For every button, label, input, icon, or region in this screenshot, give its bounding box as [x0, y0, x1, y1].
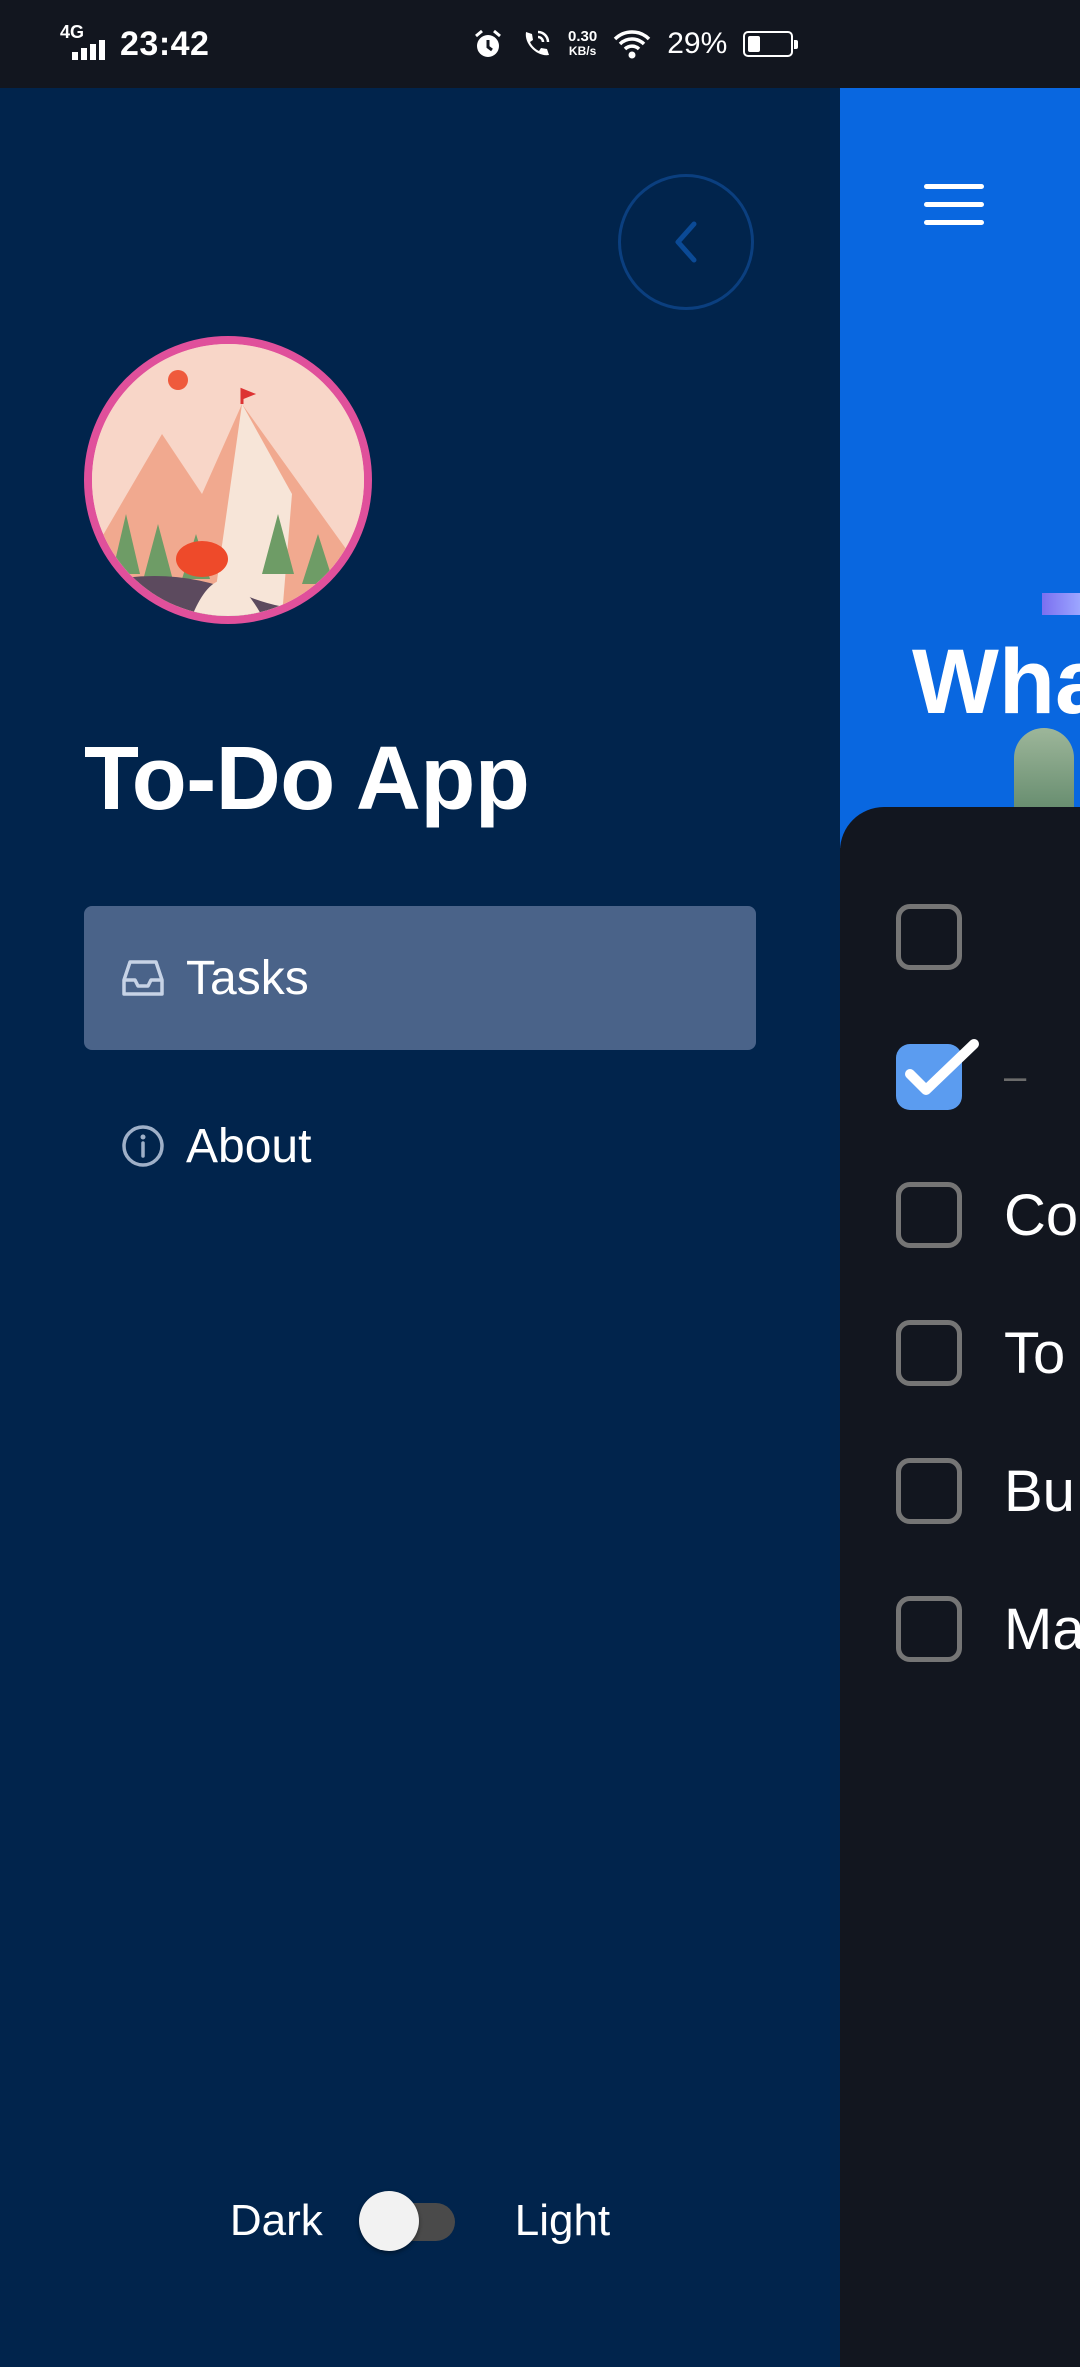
task-checkbox[interactable]	[896, 904, 962, 970]
task-checkbox-checked[interactable]	[896, 1039, 979, 1110]
task-checkbox[interactable]	[896, 1596, 962, 1662]
nav-item-label: Tasks	[186, 951, 309, 1005]
menu-icon[interactable]	[924, 184, 984, 228]
task-checkbox[interactable]	[896, 1320, 962, 1386]
network-speed: 0.30 KB/s	[568, 28, 598, 58]
light-theme-label: Light	[514, 2196, 611, 2245]
task-checkbox[interactable]	[896, 1182, 962, 1248]
task-text: –	[1004, 1054, 1027, 1099]
task-row[interactable]: Co	[896, 1175, 1078, 1255]
info-icon	[122, 1125, 164, 1167]
inbox-icon	[122, 960, 164, 996]
alarm-icon	[475, 29, 501, 57]
task-text: To	[1004, 1320, 1066, 1386]
close-drawer-button[interactable]	[618, 174, 754, 310]
task-text: Bu	[1004, 1458, 1075, 1524]
status-bar: 4G 23:42 0.30 KB/s 29%	[0, 0, 1080, 88]
task-row[interactable]: Bu	[896, 1451, 1075, 1531]
battery-icon	[743, 31, 799, 57]
main-header: Wha	[840, 88, 1080, 848]
task-row[interactable]: To	[896, 1313, 1065, 1393]
theme-switch[interactable]	[358, 2191, 455, 2251]
task-text: Co	[1004, 1182, 1079, 1248]
nav-item-about[interactable]: About	[84, 1074, 756, 1218]
nav-item-label: About	[186, 1119, 312, 1173]
avatar	[84, 336, 372, 624]
task-list: – Co To Bu Ma	[840, 807, 1080, 2367]
mountain-illustration	[92, 344, 364, 616]
header-title: Wha	[912, 631, 1080, 733]
navigation-drawer: To-Do App Tasks About Dark Light	[0, 88, 840, 2367]
cellular-signal-icon: 4G	[60, 22, 106, 62]
nav-item-tasks[interactable]: Tasks	[84, 906, 756, 1050]
task-row[interactable]: Ma	[896, 1589, 1080, 1669]
clock: 23:42	[120, 24, 210, 63]
battery-percentage: 29%	[667, 27, 728, 60]
checkmark-icon	[905, 1039, 979, 1095]
theme-toggle: Dark Light	[0, 2181, 840, 2261]
wifi-calling-icon	[525, 30, 550, 56]
task-text: Ma	[1004, 1596, 1080, 1662]
task-row[interactable]	[896, 897, 1004, 977]
task-row[interactable]: –	[896, 1037, 1026, 1117]
wifi-icon	[613, 30, 651, 59]
chevron-left-icon	[675, 221, 697, 263]
dark-theme-label: Dark	[229, 2196, 323, 2245]
task-checkbox[interactable]	[896, 1458, 962, 1524]
app-title: To-Do App	[84, 729, 530, 829]
header-decoration	[1042, 593, 1080, 615]
